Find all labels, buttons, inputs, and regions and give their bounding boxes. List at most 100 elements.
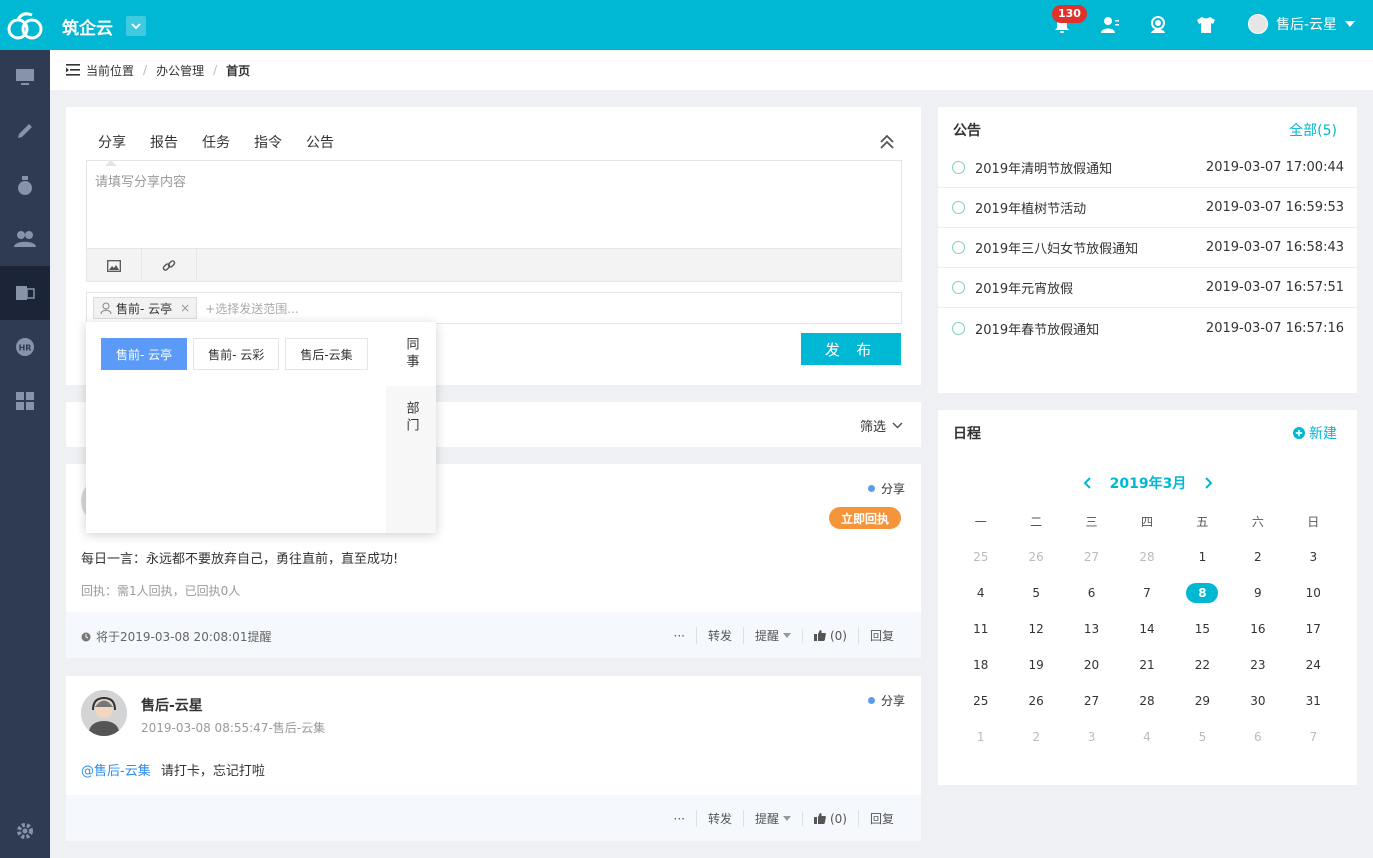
tab-report[interactable]: 报告 bbox=[150, 132, 178, 152]
skin-button[interactable] bbox=[1195, 14, 1217, 36]
calendar-day[interactable]: 11 bbox=[953, 611, 1008, 647]
calendar-day[interactable]: 6 bbox=[1064, 575, 1119, 611]
colleague-option[interactable]: 售前- 云彩 bbox=[193, 338, 280, 370]
colleague-option[interactable]: 售前- 云亭 bbox=[101, 338, 188, 370]
tab-notice[interactable]: 公告 bbox=[306, 132, 334, 152]
remind-dropdown[interactable]: 提醒 bbox=[742, 627, 802, 644]
sidebar-item-edit[interactable] bbox=[0, 104, 50, 158]
chip-remove-icon[interactable]: × bbox=[180, 301, 190, 315]
breadcrumb-item-office[interactable]: 办公管理 bbox=[156, 62, 204, 79]
calendar-day[interactable]: 18 bbox=[953, 647, 1008, 683]
filter-dropdown[interactable]: 筛选 bbox=[860, 416, 903, 435]
calendar-day[interactable]: 12 bbox=[1008, 611, 1063, 647]
calendar-day[interactable]: 29 bbox=[1175, 683, 1230, 719]
calendar-day[interactable]: 19 bbox=[1008, 647, 1063, 683]
sidebar-item-team[interactable] bbox=[0, 212, 50, 266]
chevron-left-icon[interactable] bbox=[1082, 477, 1092, 489]
tab-share[interactable]: 分享 bbox=[98, 132, 126, 166]
list-item[interactable]: 2019年元宵放假 2019-03-07 16:57:51 bbox=[938, 268, 1358, 308]
calendar-day[interactable]: 28 bbox=[1119, 539, 1174, 575]
calendar-day[interactable]: 25 bbox=[953, 683, 1008, 719]
chevron-right-icon[interactable] bbox=[1204, 477, 1214, 489]
notice-title: 2019年植树节活动 bbox=[975, 202, 1087, 217]
list-item[interactable]: 2019年植树节活动 2019-03-07 16:59:53 bbox=[938, 188, 1358, 228]
sidebar-item-office[interactable] bbox=[0, 266, 50, 320]
calendar-day[interactable]: 7 bbox=[1286, 719, 1341, 755]
forward-button[interactable]: 转发 bbox=[695, 810, 743, 827]
sidebar-item-finance[interactable] bbox=[0, 158, 50, 212]
calendar-day[interactable]: 21 bbox=[1119, 647, 1174, 683]
calendar-day[interactable]: 3 bbox=[1064, 719, 1119, 755]
calendar-day[interactable]: 16 bbox=[1230, 611, 1285, 647]
calendar-day[interactable]: 26 bbox=[1008, 683, 1063, 719]
calendar-day[interactable]: 14 bbox=[1119, 611, 1174, 647]
calendar-day[interactable]: 2 bbox=[1230, 539, 1285, 575]
more-button[interactable]: ··· bbox=[663, 812, 696, 826]
calendar-day[interactable]: 10 bbox=[1286, 575, 1341, 611]
list-item[interactable]: 2019年春节放假通知 2019-03-07 16:57:16 bbox=[938, 308, 1358, 348]
contacts-button[interactable] bbox=[1099, 14, 1121, 36]
calendar-day[interactable]: 27 bbox=[1064, 539, 1119, 575]
brand-dropdown[interactable] bbox=[126, 16, 146, 36]
tab-task[interactable]: 任务 bbox=[202, 132, 230, 152]
post-author[interactable]: 售后-云星 bbox=[141, 695, 203, 715]
post-content-text: 请打卡，忘记打啦 bbox=[160, 764, 265, 779]
calendar-day[interactable]: 23 bbox=[1230, 647, 1285, 683]
calendar-day-today[interactable]: 8 bbox=[1175, 575, 1230, 611]
sidebar-item-settings[interactable] bbox=[0, 804, 50, 858]
cloud-logo-icon[interactable] bbox=[6, 9, 44, 41]
colleague-option[interactable]: 售后-云集 bbox=[285, 338, 368, 370]
sidebar-item-apps[interactable] bbox=[0, 374, 50, 428]
calendar-day[interactable]: 28 bbox=[1119, 683, 1174, 719]
reply-button[interactable]: 回复 bbox=[857, 627, 905, 644]
publish-button[interactable]: 发 布 bbox=[801, 333, 901, 365]
calendar-day[interactable]: 31 bbox=[1286, 683, 1341, 719]
calendar-day[interactable]: 3 bbox=[1286, 539, 1341, 575]
calendar-day[interactable]: 2 bbox=[1008, 719, 1063, 755]
remind-dropdown[interactable]: 提醒 bbox=[742, 810, 802, 827]
reply-button[interactable]: 回复 bbox=[857, 810, 905, 827]
more-button[interactable]: ··· bbox=[663, 629, 696, 643]
calendar-day[interactable]: 20 bbox=[1064, 647, 1119, 683]
calendar-day[interactable]: 5 bbox=[1175, 719, 1230, 755]
calendar-day[interactable]: 25 bbox=[953, 539, 1008, 575]
calendar-day[interactable]: 5 bbox=[1008, 575, 1063, 611]
calendar-day[interactable]: 26 bbox=[1008, 539, 1063, 575]
like-button[interactable]: (0) bbox=[801, 811, 858, 826]
new-schedule-button[interactable]: 新建 bbox=[1293, 423, 1337, 443]
list-item[interactable]: 2019年清明节放假通知 2019-03-07 17:00:44 bbox=[938, 148, 1358, 188]
calendar-day[interactable]: 1 bbox=[953, 719, 1008, 755]
calendar-day[interactable]: 17 bbox=[1286, 611, 1341, 647]
calendar-day[interactable]: 24 bbox=[1286, 647, 1341, 683]
sidebar-item-desktop[interactable] bbox=[0, 50, 50, 104]
avatar[interactable] bbox=[81, 690, 127, 736]
send-range-field[interactable]: 售前- 云亭 × +选择发送范围... bbox=[86, 292, 902, 324]
picker-tab-colleagues[interactable]: 同事 bbox=[386, 322, 436, 386]
support-button[interactable] bbox=[1147, 14, 1169, 36]
share-editor[interactable]: 请填写分享内容 bbox=[86, 160, 902, 282]
picker-tab-departments[interactable]: 部门 bbox=[386, 386, 436, 450]
calendar-day[interactable]: 13 bbox=[1064, 611, 1119, 647]
list-item[interactable]: 2019年三八妇女节放假通知 2019-03-07 16:58:43 bbox=[938, 228, 1358, 268]
calendar-day[interactable]: 7 bbox=[1119, 575, 1174, 611]
calendar-day[interactable]: 4 bbox=[953, 575, 1008, 611]
collapse-up-icon[interactable] bbox=[878, 133, 896, 151]
insert-link-button[interactable] bbox=[142, 249, 197, 282]
calendar-day[interactable]: 9 bbox=[1230, 575, 1285, 611]
user-menu[interactable]: 售后-云星 bbox=[1248, 14, 1356, 34]
sidebar-item-hr[interactable]: HR bbox=[0, 320, 50, 374]
like-button[interactable]: (0) bbox=[801, 628, 858, 643]
calendar-day[interactable]: 4 bbox=[1119, 719, 1174, 755]
calendar-day[interactable]: 1 bbox=[1175, 539, 1230, 575]
calendar-day[interactable]: 22 bbox=[1175, 647, 1230, 683]
calendar-day[interactable]: 6 bbox=[1230, 719, 1285, 755]
notice-all-link[interactable]: 全部(5) bbox=[1289, 120, 1337, 140]
calendar-day[interactable]: 30 bbox=[1230, 683, 1285, 719]
tab-command[interactable]: 指令 bbox=[254, 132, 282, 152]
mention-link[interactable]: @售后-云集 bbox=[81, 764, 151, 779]
forward-button[interactable]: 转发 bbox=[695, 627, 743, 644]
calendar-day[interactable]: 15 bbox=[1175, 611, 1230, 647]
calendar-day[interactable]: 27 bbox=[1064, 683, 1119, 719]
insert-image-button[interactable] bbox=[87, 249, 142, 282]
acknowledge-button[interactable]: 立即回执 bbox=[828, 507, 901, 529]
